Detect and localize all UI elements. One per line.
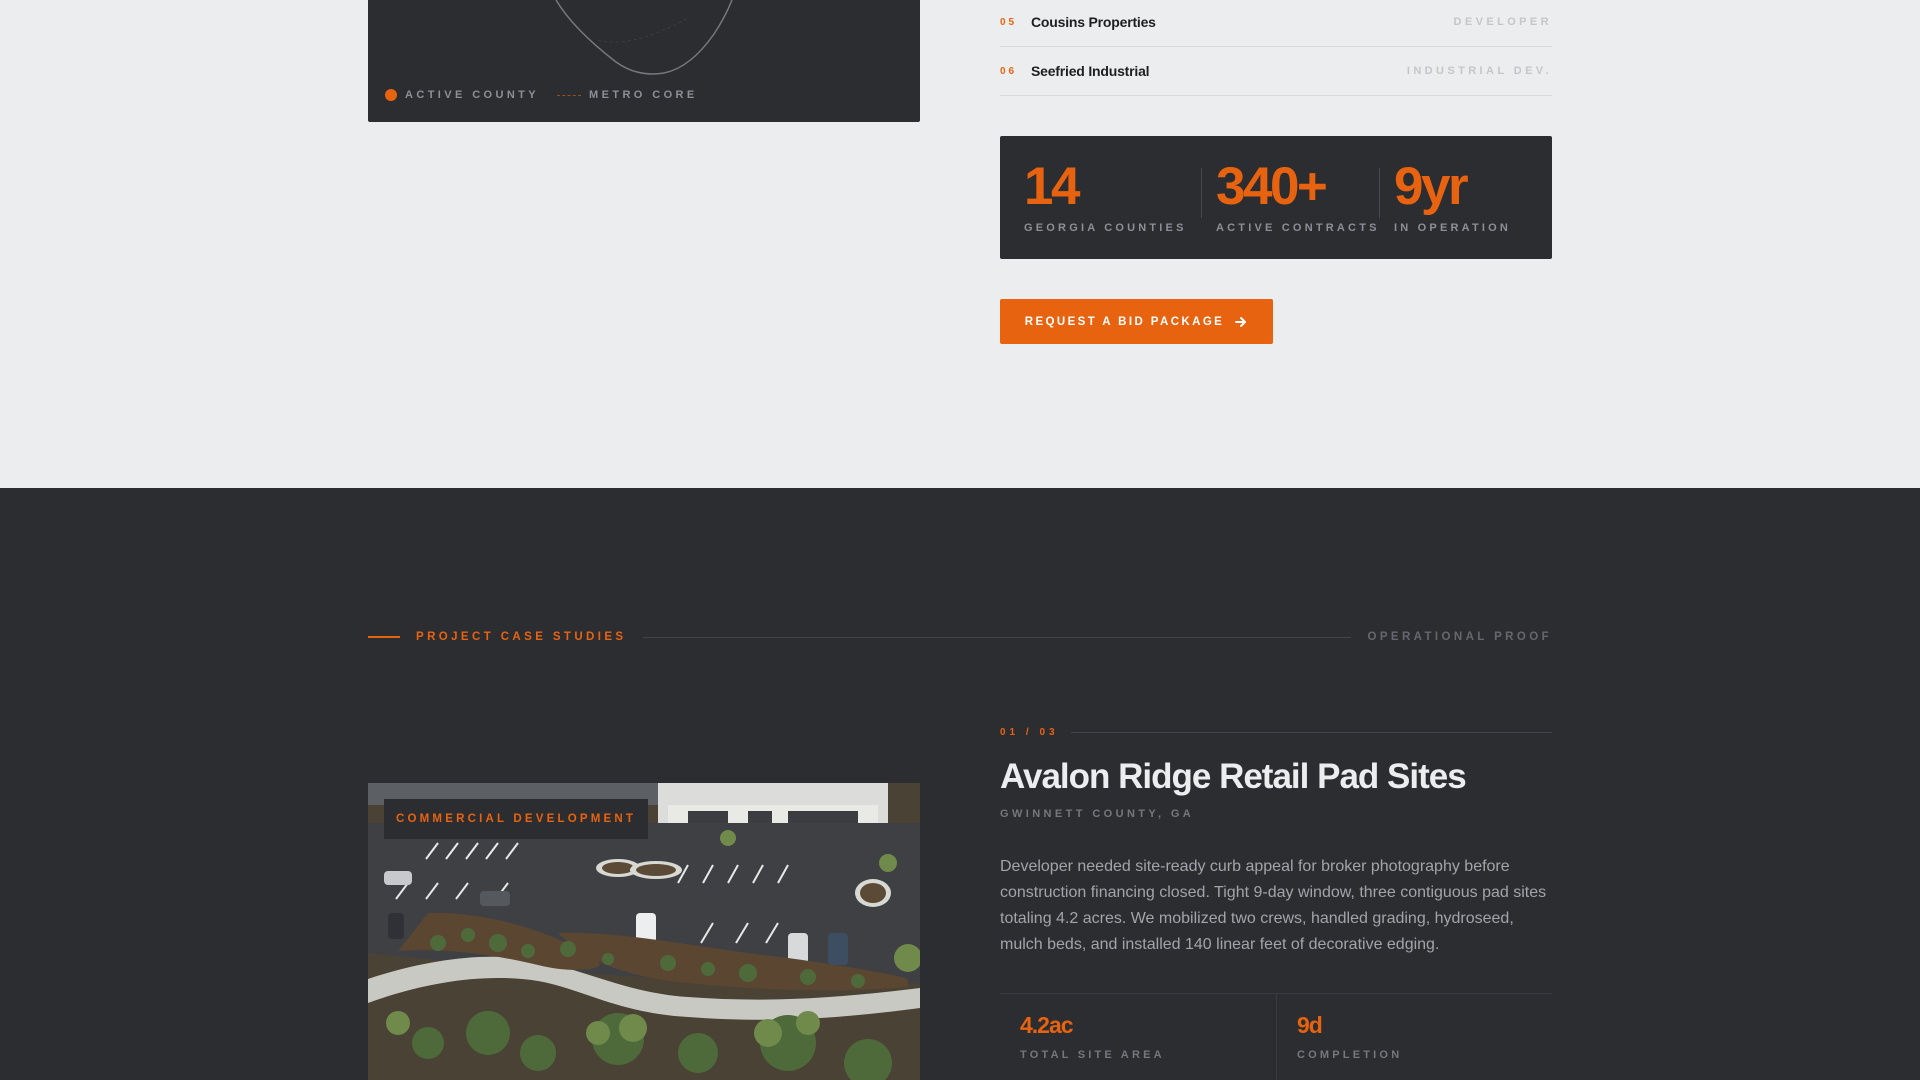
client-role: INDUSTRIAL DEV. (1406, 65, 1552, 77)
stat-value: 14 (1024, 157, 1080, 216)
arrow-right-icon (1234, 315, 1248, 329)
map-legend: ACTIVE COUNTY METRO CORE (385, 89, 698, 101)
request-bid-package-button[interactable]: REQUEST A BID PACKAGE (1000, 299, 1273, 344)
case-stat-label: COMPLETION (1297, 1049, 1403, 1061)
client-row: 05 Cousins Properties DEVELOPER (1000, 0, 1552, 47)
project-photo: COMMERCIAL DEVELOPMENT (368, 783, 920, 1080)
metro-core-dash-icon (557, 94, 582, 96)
project-category-badge: COMMERCIAL DEVELOPMENT (384, 799, 649, 839)
stat-value: 9yr (1394, 157, 1469, 216)
legend-metro-label: METRO CORE (589, 89, 698, 101)
case-study-location: GWINNETT COUNTY, GA (1000, 808, 1195, 820)
case-stat-site-area: 4.2ac TOTAL SITE AREA (1000, 994, 1276, 1080)
stat-label: GEORGIA COUNTIES (1024, 222, 1187, 234)
stat-operation: 9yr IN OPERATION (1380, 160, 1511, 259)
case-study-title: Avalon Ridge Retail Pad Sites (1000, 757, 1467, 796)
section-label: PROJECT CASE STUDIES (416, 631, 627, 643)
client-role: DEVELOPER (1453, 16, 1552, 28)
client-number: 05 (1000, 16, 1018, 28)
company-stats-card: 14 GEORGIA COUNTIES 340+ ACTIVE CONTRACT… (1000, 136, 1552, 259)
stat-value: 340+ (1216, 157, 1328, 216)
client-number: 06 (1000, 65, 1018, 77)
section-divider (642, 636, 1352, 638)
client-name: Seefried Industrial (1031, 63, 1150, 79)
section-right-label: OPERATIONAL PROOF (1367, 631, 1552, 643)
case-stat-completion: 9d COMPLETION (1276, 994, 1552, 1080)
county-map-card: ACTIVE COUNTY METRO CORE (368, 0, 920, 122)
case-studies-section: PROJECT CASE STUDIES OPERATIONAL PROOF C… (0, 488, 1920, 1080)
case-stat-value: 4.2ac (1020, 1012, 1074, 1038)
county-map-outline (555, 0, 733, 75)
client-name: Cousins Properties (1031, 14, 1156, 30)
case-counter-row: 01 / 03 (1000, 727, 1552, 738)
case-stat-label: TOTAL SITE AREA (1020, 1049, 1165, 1061)
case-study-stats: 4.2ac TOTAL SITE AREA 9d COMPLETION (1000, 993, 1552, 1080)
case-study-description: Developer needed site-ready curb appeal … (1000, 858, 1547, 953)
stat-label: IN OPERATION (1394, 222, 1512, 234)
case-stat-value: 9d (1297, 1012, 1323, 1038)
section-accent-line (368, 636, 400, 638)
stat-contracts: 340+ ACTIVE CONTRACTS (1202, 160, 1379, 259)
legend-active-label: ACTIVE COUNTY (405, 89, 540, 101)
client-row: 06 Seefried Industrial INDUSTRIAL DEV. (1000, 47, 1552, 96)
active-county-dot-icon (385, 89, 397, 101)
stat-label: ACTIVE CONTRACTS (1216, 222, 1380, 234)
section-header: PROJECT CASE STUDIES OPERATIONAL PROOF (368, 631, 1552, 643)
case-counter: 01 / 03 (1000, 727, 1059, 738)
case-counter-divider (1070, 732, 1552, 733)
request-bid-package-label: REQUEST A BID PACKAGE (1024, 315, 1225, 328)
stat-counties: 14 GEORGIA COUNTIES (1024, 160, 1201, 259)
